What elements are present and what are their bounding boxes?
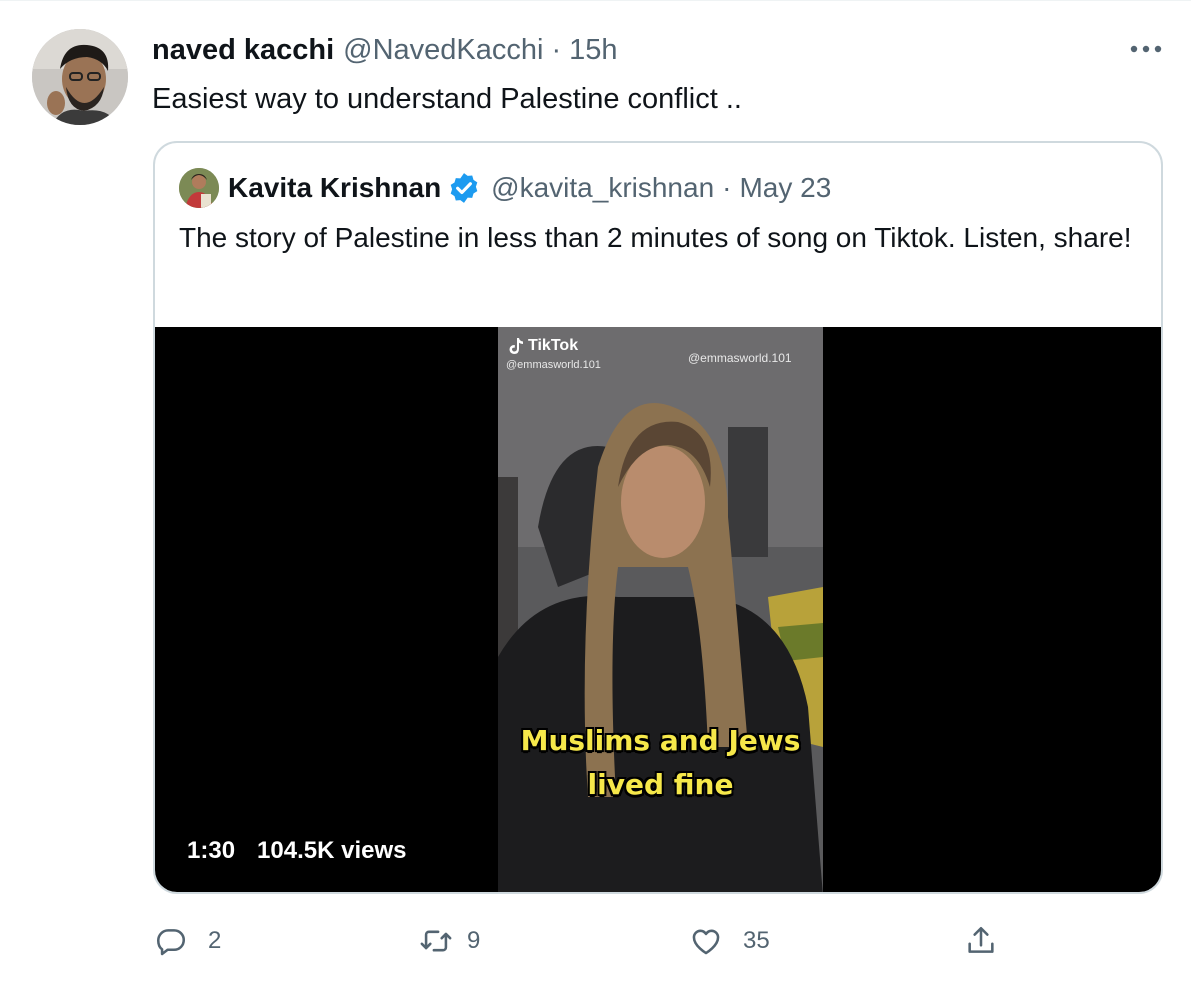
share-icon: [968, 926, 994, 953]
quoted-tweet-card[interactable]: Kavita Krishnan @kavita_krishnan · May 2…: [153, 141, 1163, 894]
quoted-tweet-text: The story of Palestine in less than 2 mi…: [179, 222, 1132, 253]
top-divider: [0, 0, 1191, 1]
video-duration: 1:30: [187, 837, 236, 864]
tweet-timestamp[interactable]: 15h: [569, 34, 617, 67]
quoted-avatar-photo: [179, 168, 219, 208]
video-view-count: 104.5K views: [257, 837, 407, 864]
like-button[interactable]: 35: [689, 918, 770, 964]
author-avatar[interactable]: [32, 29, 128, 125]
reply-count: 2: [208, 927, 222, 954]
video-frame: TikTok @emmasworld.101 @emmasworld.101 M…: [498, 327, 823, 892]
video-caption-line-2: lived fine: [587, 768, 734, 801]
tiktok-logo-text: TikTok: [528, 337, 579, 354]
like-count: 35: [743, 927, 770, 954]
author-handle[interactable]: @NavedKacchi: [343, 34, 543, 67]
retweet-button[interactable]: 9: [419, 918, 480, 964]
retweet-count: 9: [467, 927, 481, 954]
retweet-icon: [420, 930, 452, 952]
separator-dot: ·: [551, 33, 562, 66]
tweet-action-bar: 2 9 35: [0, 918, 1191, 968]
tiktok-username-top-left: @emmasworld.101: [506, 359, 601, 371]
quoted-tweet-header: Kavita Krishnan @kavita_krishnan · May 2…: [179, 168, 831, 208]
tweet-text: Easiest way to understand Palestine conf…: [152, 83, 742, 115]
avatar-photo: [32, 29, 128, 125]
tiktok-icon: [509, 338, 523, 354]
share-button[interactable]: [964, 918, 998, 964]
more-options-button[interactable]: [1124, 32, 1168, 66]
reply-icon: [156, 929, 186, 956]
more-horizontal-icon: [1130, 45, 1162, 53]
verified-badge-icon: [450, 173, 478, 203]
video-player[interactable]: TikTok @emmasworld.101 @emmasworld.101 M…: [155, 327, 1161, 892]
quoted-author-handle[interactable]: @kavita_krishnan: [491, 172, 714, 204]
video-meta: 1:30 104.5K views: [187, 837, 406, 865]
tiktok-watermark: TikTok: [508, 337, 578, 355]
author-display-name[interactable]: naved kacchi: [152, 34, 334, 67]
heart-icon: [692, 929, 720, 955]
video-caption-line-1: Muslims and Jews: [520, 724, 801, 757]
video-caption: Muslims and Jews lived fine: [498, 719, 823, 807]
reply-button[interactable]: 2: [154, 918, 221, 964]
video-thumbnail: [498, 327, 823, 892]
tiktok-username-top-right: @emmasworld.101: [688, 351, 792, 365]
quoted-author-display-name[interactable]: Kavita Krishnan: [228, 172, 441, 204]
quoted-separator-dot: ·: [722, 172, 732, 203]
quoted-author-avatar[interactable]: [179, 168, 219, 208]
tweet-header: naved kacchi @NavedKacchi · 15h: [152, 33, 618, 67]
quoted-tweet-timestamp[interactable]: May 23: [739, 172, 831, 204]
